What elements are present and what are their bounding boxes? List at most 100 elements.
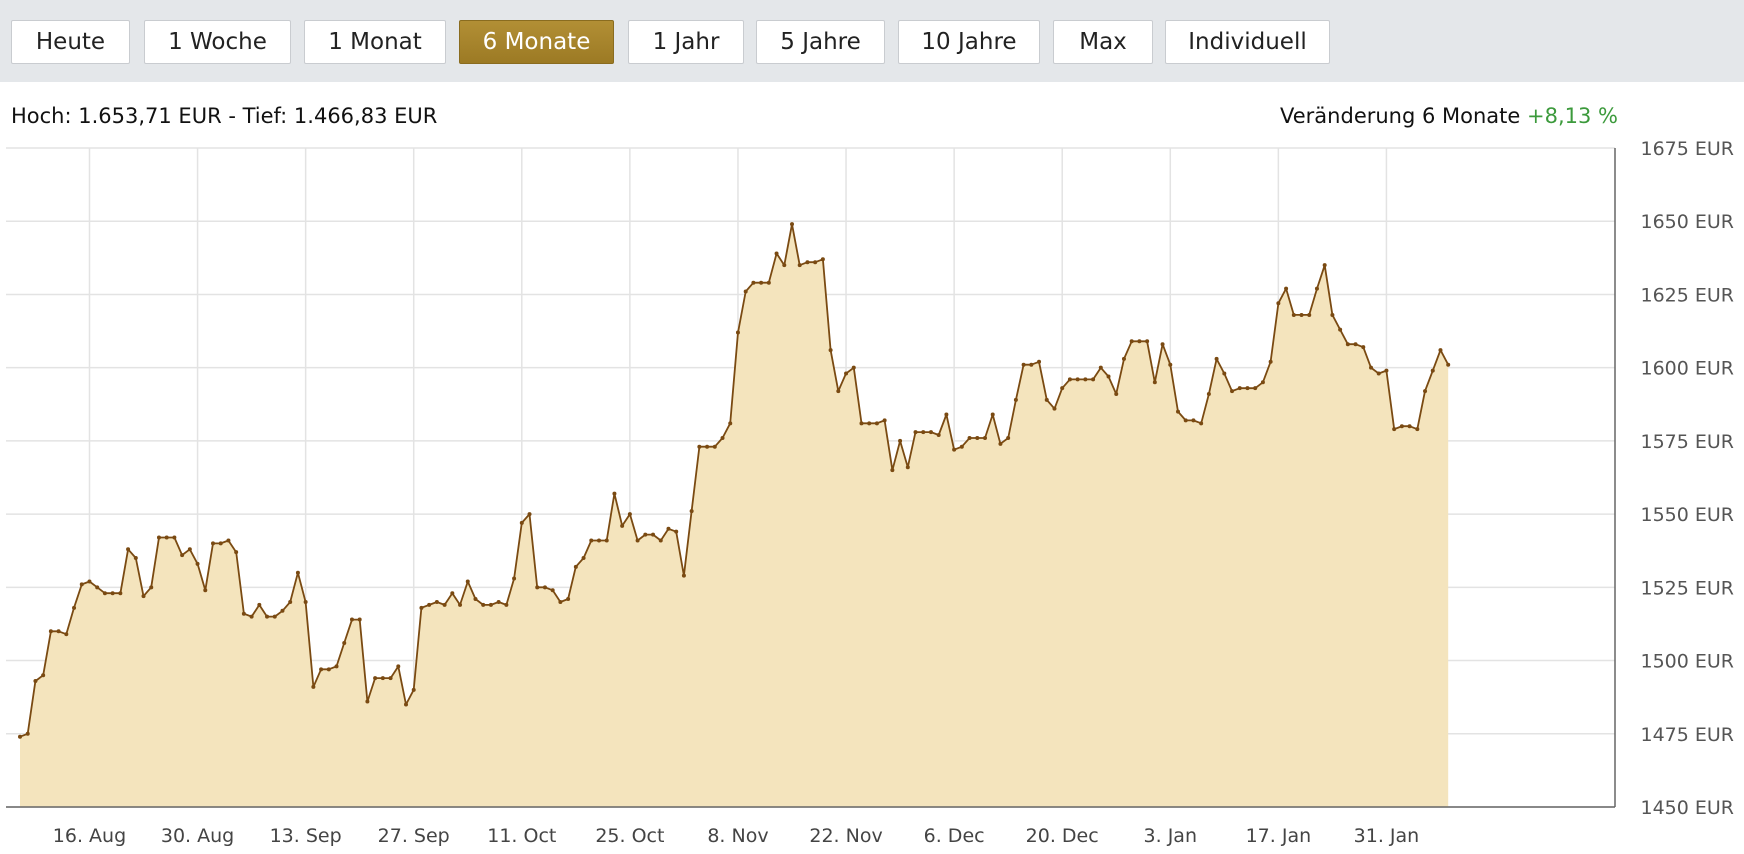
price-point xyxy=(450,591,455,596)
price-point xyxy=(187,547,192,552)
period-button-max[interactable]: Max xyxy=(1053,20,1153,64)
price-point xyxy=(396,664,401,669)
price-point xyxy=(249,614,254,619)
change-summary: Veränderung 6 Monate +8,13 % xyxy=(1280,104,1618,128)
price-point xyxy=(72,605,77,610)
price-point xyxy=(41,673,46,678)
x-tick-label: 25. Oct xyxy=(595,825,664,847)
price-point xyxy=(442,602,447,607)
price-point xyxy=(697,444,702,449)
price-point xyxy=(1376,371,1381,376)
price-point xyxy=(102,591,107,596)
price-point xyxy=(241,611,246,616)
price-point xyxy=(813,260,818,265)
y-tick-label: 1450 EUR xyxy=(1640,797,1734,819)
price-point xyxy=(1299,312,1304,317)
period-button-1-jahr[interactable]: 1 Jahr xyxy=(628,20,744,64)
price-point xyxy=(952,447,957,452)
x-tick-label: 16. Aug xyxy=(53,825,126,847)
period-button-1-monat[interactable]: 1 Monat xyxy=(304,20,446,64)
price-chart: 1450 EUR 1475 EUR 1500 EUR 1525 EUR 1550 EUR… xyxy=(6,140,1734,847)
price-point xyxy=(95,585,100,590)
price-point xyxy=(1106,374,1111,379)
change-value: +8,13 % xyxy=(1527,104,1618,128)
price-point xyxy=(1399,424,1404,429)
price-point xyxy=(357,617,362,622)
price-point xyxy=(1044,397,1049,402)
price-point xyxy=(149,585,154,590)
price-point xyxy=(203,588,208,593)
period-button-5-jahre[interactable]: 5 Jahre xyxy=(756,20,885,64)
price-point xyxy=(573,564,578,569)
period-button-1-woche[interactable]: 1 Woche xyxy=(144,20,291,64)
price-point xyxy=(473,597,478,602)
price-point xyxy=(25,731,30,736)
period-button-individuell[interactable]: Individuell xyxy=(1165,20,1330,64)
price-point xyxy=(380,676,385,681)
price-point xyxy=(558,599,563,604)
price-point xyxy=(1114,392,1119,397)
price-point xyxy=(681,573,686,578)
price-point xyxy=(1291,312,1296,317)
price-point xyxy=(411,687,416,692)
period-button-6-monate[interactable]: 6 Monate xyxy=(459,20,614,64)
x-tick-label: 17. Jan xyxy=(1246,825,1312,847)
price-point xyxy=(1145,339,1150,344)
x-tick-label: 22. Nov xyxy=(809,825,882,847)
price-point xyxy=(1160,342,1165,347)
price-point xyxy=(882,418,887,423)
y-tick-label: 1600 EUR xyxy=(1640,358,1734,380)
y-tick-label: 1500 EUR xyxy=(1640,651,1734,673)
price-point xyxy=(1176,409,1180,414)
period-button-10-jahre[interactable]: 10 Jahre xyxy=(898,20,1040,64)
price-point xyxy=(1307,312,1312,317)
price-point xyxy=(913,430,918,435)
y-tick-label: 1650 EUR xyxy=(1640,211,1734,233)
price-point xyxy=(1206,392,1211,397)
price-point xyxy=(844,371,849,376)
price-point xyxy=(404,702,408,707)
price-point xyxy=(820,257,825,262)
price-area xyxy=(20,224,1449,807)
price-point xyxy=(1183,418,1188,423)
price-point xyxy=(133,556,138,561)
price-point xyxy=(1423,389,1428,394)
price-point xyxy=(48,629,53,634)
price-point xyxy=(651,532,656,537)
price-point xyxy=(1268,359,1273,364)
price-point xyxy=(1052,406,1057,411)
price-point xyxy=(936,433,941,438)
price-point xyxy=(118,591,123,596)
price-point xyxy=(1415,427,1420,432)
price-point xyxy=(905,465,910,470)
price-point xyxy=(218,541,223,546)
x-tick-label: 27. Sep xyxy=(378,825,450,847)
price-point xyxy=(458,602,463,607)
x-tick-label: 13. Sep xyxy=(270,825,342,847)
price-point xyxy=(1314,286,1319,291)
price-point xyxy=(64,632,69,637)
price-point xyxy=(1392,427,1397,432)
price-point xyxy=(627,512,632,517)
price-point xyxy=(720,435,725,440)
price-point xyxy=(1253,386,1258,391)
price-point xyxy=(126,547,131,552)
price-point xyxy=(419,605,424,610)
price-point xyxy=(1129,339,1134,344)
price-point xyxy=(705,444,710,449)
price-point xyxy=(1230,389,1235,394)
price-point xyxy=(504,602,509,607)
price-point xyxy=(921,430,926,435)
price-point xyxy=(496,599,501,604)
price-point xyxy=(1091,377,1096,382)
y-tick-label: 1550 EUR xyxy=(1640,504,1734,526)
price-point xyxy=(774,251,779,256)
price-point xyxy=(1407,424,1412,429)
price-point xyxy=(1006,435,1011,440)
price-point xyxy=(1029,362,1034,367)
x-tick-label: 20. Dec xyxy=(1026,825,1099,847)
price-point xyxy=(156,535,161,540)
price-point xyxy=(434,599,439,604)
period-button-heute[interactable]: Heute xyxy=(11,20,130,64)
price-point xyxy=(234,550,239,555)
